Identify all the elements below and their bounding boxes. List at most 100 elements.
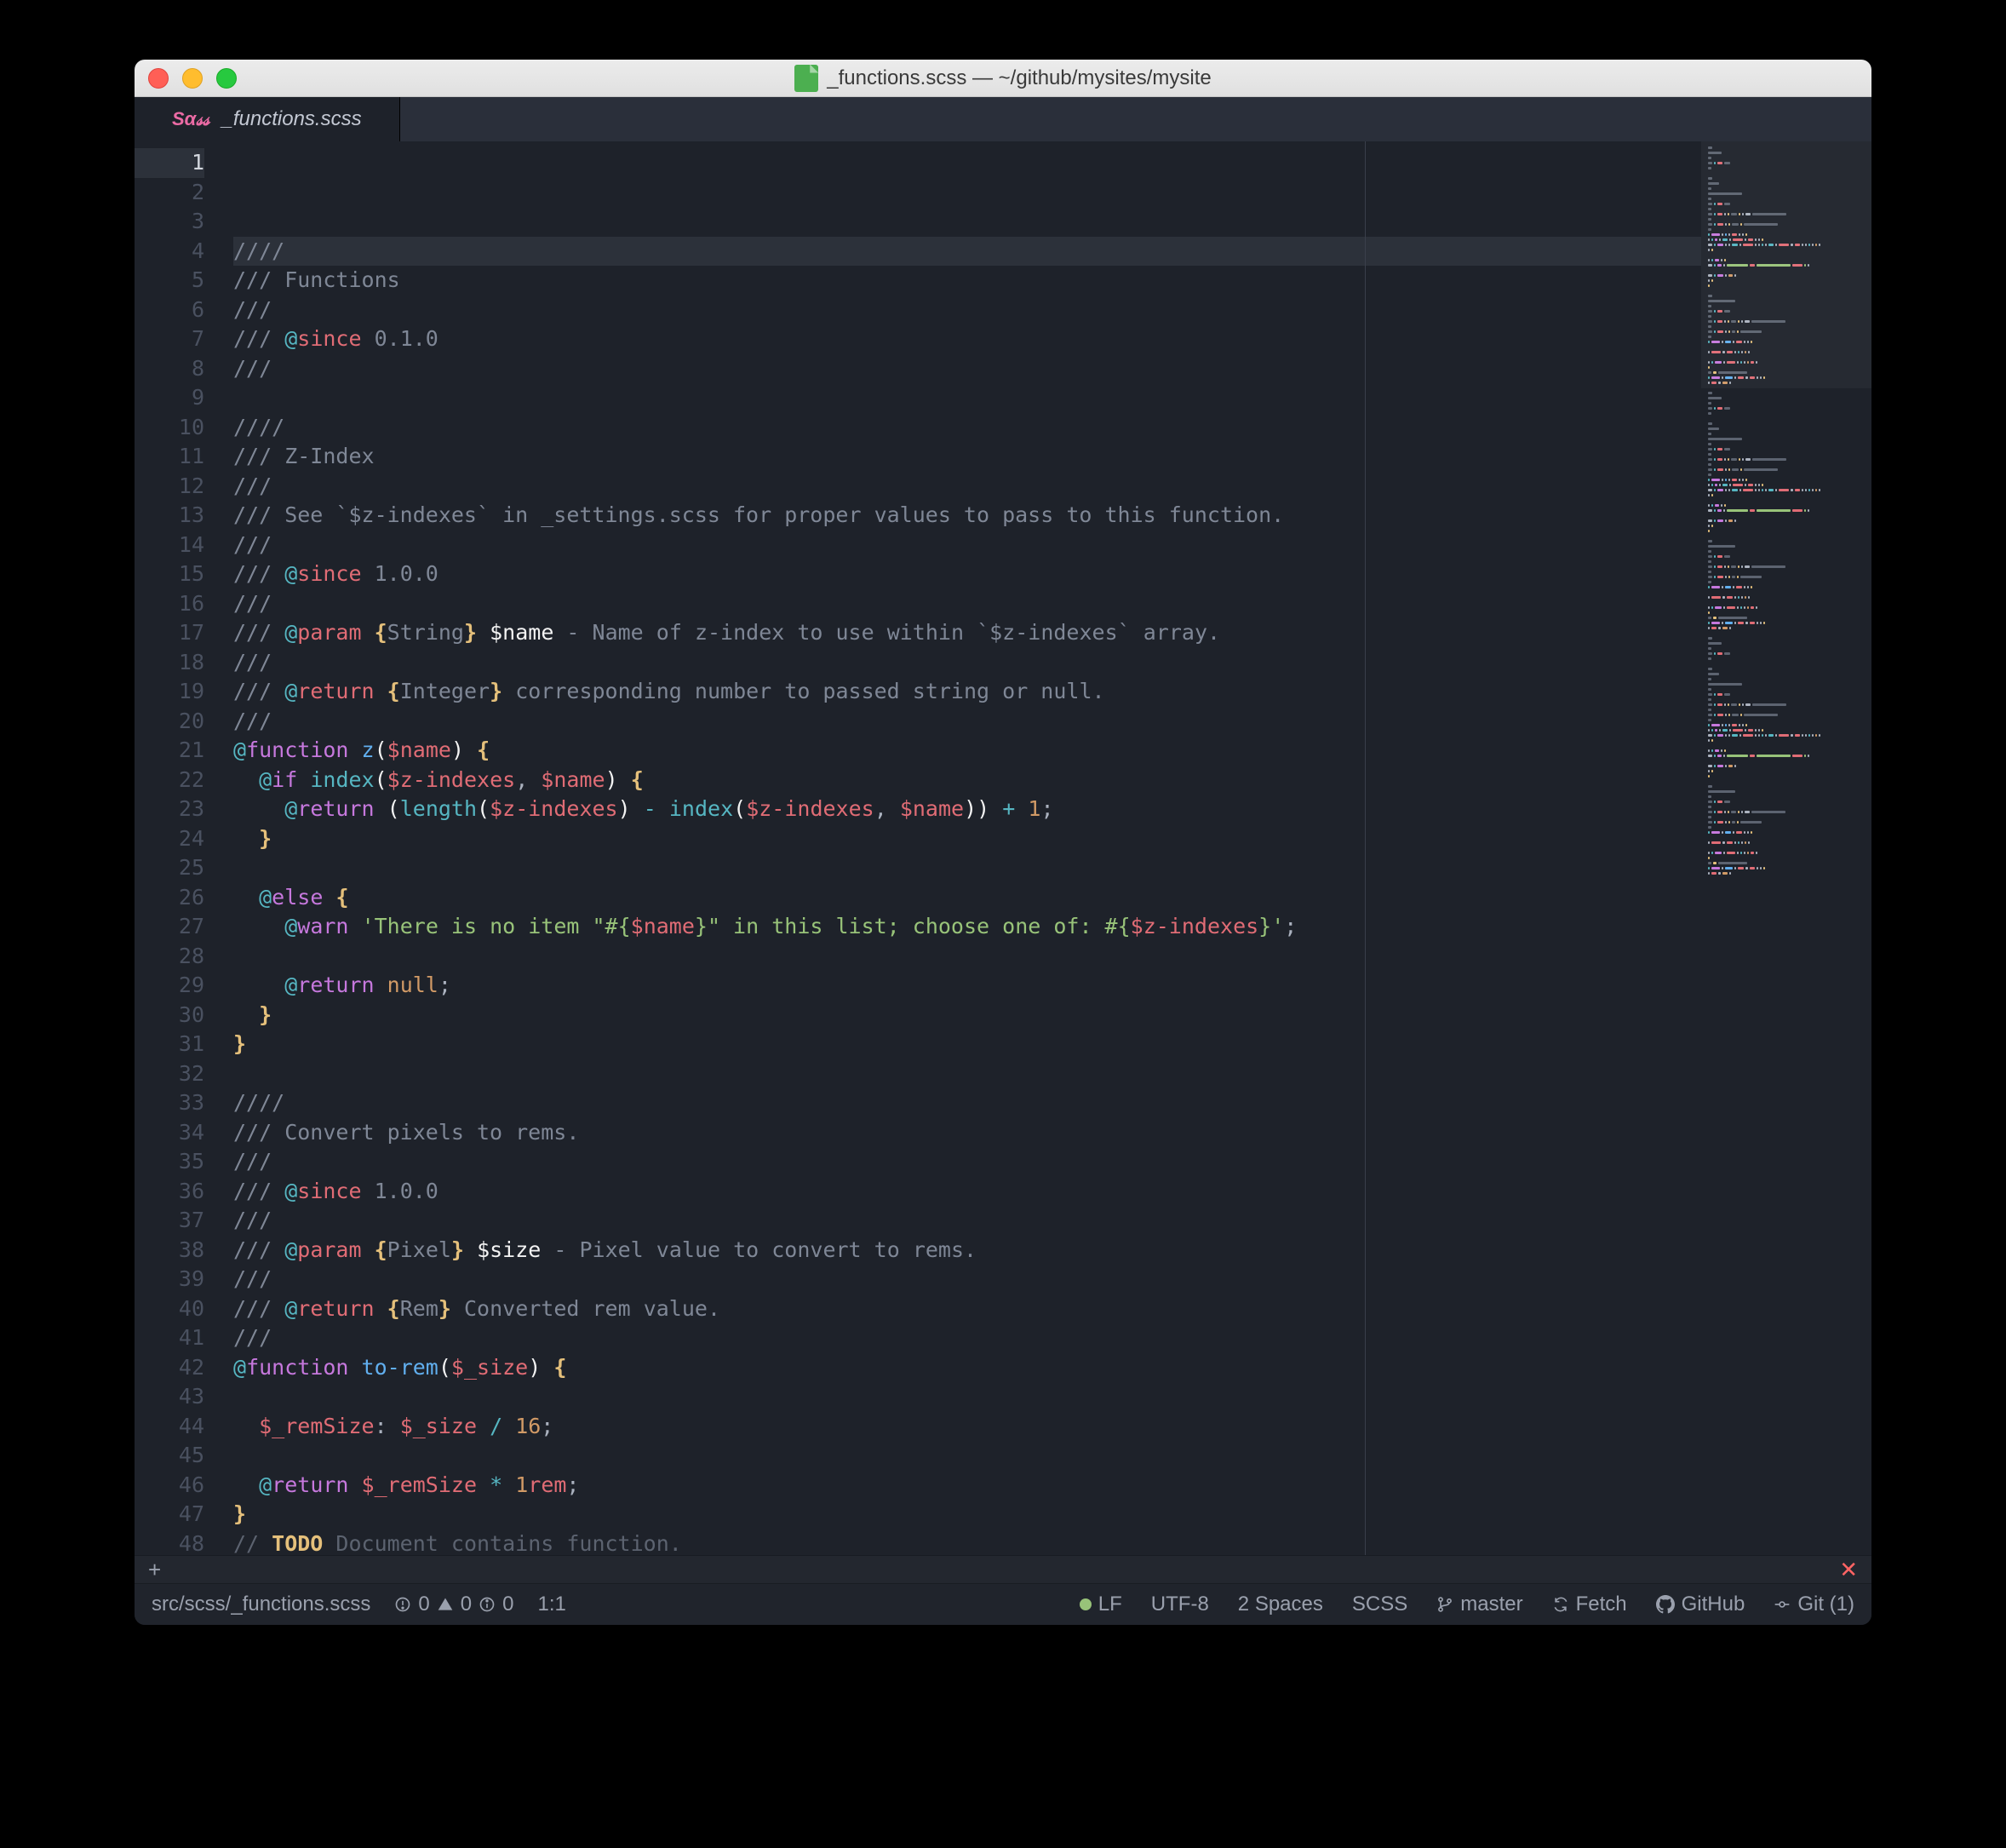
code-line[interactable]: /// bbox=[233, 707, 1701, 737]
code-line[interactable]: @function to-rem($_size) { bbox=[233, 1353, 1701, 1383]
code-line[interactable] bbox=[233, 853, 1701, 883]
code-line[interactable]: //// bbox=[233, 413, 1701, 443]
line-number[interactable]: 34 bbox=[135, 1118, 204, 1148]
code-line[interactable]: /// bbox=[233, 1265, 1701, 1294]
code-line[interactable]: /// @since 0.1.0 bbox=[233, 324, 1701, 354]
line-number[interactable]: 47 bbox=[135, 1500, 204, 1529]
code-line[interactable]: /// bbox=[233, 648, 1701, 678]
code-line[interactable]: /// Z-Index bbox=[233, 442, 1701, 472]
minimap-viewport[interactable] bbox=[1701, 141, 1871, 388]
line-number[interactable]: 9 bbox=[135, 383, 204, 413]
status-cursor-position[interactable]: 1:1 bbox=[537, 1593, 565, 1616]
line-number[interactable]: 32 bbox=[135, 1059, 204, 1089]
line-number[interactable]: 3 bbox=[135, 207, 204, 237]
line-number-gutter[interactable]: 1234567891011121314151617181920212223242… bbox=[135, 141, 220, 1555]
line-number[interactable]: 41 bbox=[135, 1323, 204, 1353]
line-number[interactable]: 40 bbox=[135, 1294, 204, 1324]
line-number[interactable]: 20 bbox=[135, 707, 204, 737]
code-line[interactable]: @return null; bbox=[233, 971, 1701, 1001]
code-line[interactable]: /// @return {Rem} Converted rem value. bbox=[233, 1294, 1701, 1324]
line-number[interactable]: 21 bbox=[135, 736, 204, 766]
line-number[interactable]: 45 bbox=[135, 1441, 204, 1471]
code-line[interactable]: @if index($z-indexes, $name) { bbox=[233, 766, 1701, 795]
line-number[interactable]: 17 bbox=[135, 618, 204, 648]
code-line[interactable] bbox=[233, 942, 1701, 972]
line-number[interactable]: 44 bbox=[135, 1412, 204, 1442]
line-number[interactable]: 28 bbox=[135, 942, 204, 972]
code-line[interactable]: } bbox=[233, 824, 1701, 854]
status-encoding[interactable]: UTF-8 bbox=[1151, 1593, 1209, 1616]
code-line[interactable]: /// bbox=[233, 472, 1701, 502]
code-line[interactable]: @else { bbox=[233, 883, 1701, 913]
code-line[interactable]: //// bbox=[233, 237, 1701, 267]
tab-functions-scss[interactable]: Sα𝓈𝓈 _functions.scss bbox=[135, 97, 400, 141]
line-number[interactable]: 22 bbox=[135, 766, 204, 795]
line-number[interactable]: 33 bbox=[135, 1088, 204, 1118]
line-number[interactable]: 25 bbox=[135, 853, 204, 883]
close-window-button[interactable] bbox=[148, 68, 169, 89]
code-line[interactable]: /// @param {Pixel} $size - Pixel value t… bbox=[233, 1236, 1701, 1265]
line-number[interactable]: 19 bbox=[135, 677, 204, 707]
code-line[interactable]: /// Convert pixels to rems. bbox=[233, 1118, 1701, 1148]
code-line[interactable]: @warn 'There is no item "#{$name}" in th… bbox=[233, 912, 1701, 942]
line-number[interactable]: 39 bbox=[135, 1265, 204, 1294]
status-git[interactable]: Git (1) bbox=[1774, 1593, 1854, 1616]
code-line[interactable]: $_remSize: $_size / 16; bbox=[233, 1412, 1701, 1442]
code-line[interactable]: /// bbox=[233, 589, 1701, 619]
code-line[interactable]: // TODO Document contains function. bbox=[233, 1529, 1701, 1556]
close-pane-button[interactable]: ✕ bbox=[1839, 1557, 1858, 1583]
code-line[interactable]: } bbox=[233, 1500, 1701, 1529]
code-line[interactable]: //// bbox=[233, 1088, 1701, 1118]
code-line[interactable]: /// bbox=[233, 354, 1701, 384]
status-fetch[interactable]: Fetch bbox=[1552, 1593, 1627, 1616]
code-line[interactable]: } bbox=[233, 1030, 1701, 1059]
line-number[interactable]: 43 bbox=[135, 1382, 204, 1412]
code-line[interactable]: } bbox=[233, 1001, 1701, 1030]
code-editor[interactable]: /////// Functions////// @since 0.1.0/// … bbox=[220, 141, 1701, 1555]
line-number[interactable]: 35 bbox=[135, 1147, 204, 1177]
line-number[interactable]: 5 bbox=[135, 266, 204, 296]
code-line[interactable]: /// @since 1.0.0 bbox=[233, 1177, 1701, 1207]
line-number[interactable]: 46 bbox=[135, 1471, 204, 1501]
line-number[interactable]: 12 bbox=[135, 472, 204, 502]
code-line[interactable]: /// Functions bbox=[233, 266, 1701, 296]
minimize-window-button[interactable] bbox=[182, 68, 203, 89]
line-number[interactable]: 42 bbox=[135, 1353, 204, 1383]
code-line[interactable]: @return (length($z-indexes) - index($z-i… bbox=[233, 795, 1701, 824]
line-number[interactable]: 10 bbox=[135, 413, 204, 443]
code-line[interactable]: /// @since 1.0.0 bbox=[233, 560, 1701, 589]
line-number[interactable]: 2 bbox=[135, 178, 204, 208]
line-number[interactable]: 38 bbox=[135, 1236, 204, 1265]
code-line[interactable]: /// @param {String} $name - Name of z-in… bbox=[233, 618, 1701, 648]
code-line[interactable] bbox=[233, 1059, 1701, 1089]
minimap[interactable] bbox=[1701, 141, 1871, 1555]
code-line[interactable]: /// @return {Integer} corresponding numb… bbox=[233, 677, 1701, 707]
line-number[interactable]: 36 bbox=[135, 1177, 204, 1207]
line-number[interactable]: 18 bbox=[135, 648, 204, 678]
status-github[interactable]: GitHub bbox=[1656, 1593, 1745, 1616]
code-line[interactable]: @function z($name) { bbox=[233, 736, 1701, 766]
line-number[interactable]: 13 bbox=[135, 501, 204, 531]
code-line[interactable]: /// bbox=[233, 1147, 1701, 1177]
line-number[interactable]: 6 bbox=[135, 296, 204, 325]
line-number[interactable]: 48 bbox=[135, 1529, 204, 1559]
add-pane-button[interactable]: + bbox=[148, 1557, 161, 1583]
line-number[interactable]: 26 bbox=[135, 883, 204, 913]
line-number[interactable]: 15 bbox=[135, 560, 204, 589]
line-number[interactable]: 37 bbox=[135, 1206, 204, 1236]
code-line[interactable]: /// bbox=[233, 1323, 1701, 1353]
line-number[interactable]: 23 bbox=[135, 795, 204, 824]
line-number[interactable]: 11 bbox=[135, 442, 204, 472]
code-line[interactable]: /// bbox=[233, 1206, 1701, 1236]
line-number[interactable]: 31 bbox=[135, 1030, 204, 1059]
code-line[interactable] bbox=[233, 383, 1701, 413]
code-line[interactable]: /// bbox=[233, 296, 1701, 325]
status-grammar[interactable]: SCSS bbox=[1352, 1593, 1407, 1616]
line-number[interactable]: 1 bbox=[135, 148, 204, 178]
status-line-ending[interactable]: LF bbox=[1080, 1593, 1122, 1616]
code-line[interactable]: /// bbox=[233, 531, 1701, 560]
line-number[interactable]: 30 bbox=[135, 1001, 204, 1030]
line-number[interactable]: 14 bbox=[135, 531, 204, 560]
status-indent[interactable]: 2 Spaces bbox=[1238, 1593, 1323, 1616]
code-line[interactable] bbox=[233, 1441, 1701, 1471]
